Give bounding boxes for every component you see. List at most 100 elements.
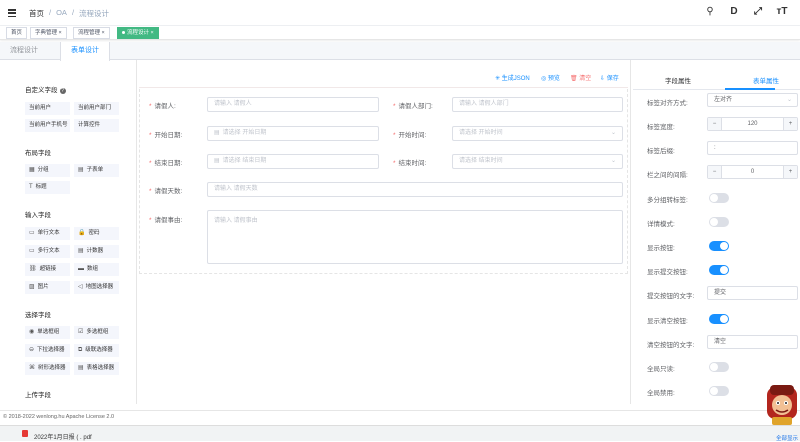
tab-form-props[interactable]: 表单属性	[753, 75, 779, 85]
tab-form-design[interactable]: 表单设计	[60, 42, 110, 61]
palette-select[interactable]: ⊖ 下拉选择器	[25, 344, 70, 357]
show-submit-switch[interactable]	[709, 265, 729, 275]
multi-group-switch[interactable]	[709, 193, 729, 203]
palette-counter[interactable]: ▤ 计数器	[74, 245, 119, 258]
applicant-input[interactable]: 请输入 请假人	[207, 97, 379, 112]
search-icon[interactable]: ⚲	[704, 6, 716, 17]
end-date-label: * 结束日期:	[149, 160, 183, 167]
section-custom-fields: 自定义字段?	[25, 87, 66, 94]
image-icon: ▨	[29, 284, 35, 290]
gutter-label: 栏之间的间隔:	[647, 172, 688, 179]
end-date-picker[interactable]: ▤ 请选择 结束日期	[207, 154, 379, 169]
breadcrumb-oa[interactable]: OA	[56, 8, 67, 19]
reset-text-label: 清空按钮的文字:	[647, 342, 695, 349]
gutter-stepper[interactable]: −0 +	[707, 165, 798, 179]
detail-mode-switch[interactable]	[709, 217, 729, 227]
form-canvas: ✳ 生成JSON ◎ 预览 🗑 清空 ⇩ 保存 * 请假人: 请输入 请假人 * 请…	[139, 66, 628, 404]
tab-field-props[interactable]: 字段属性	[665, 75, 691, 85]
palette-link[interactable]: ⛓ 超链接	[25, 263, 70, 276]
font-size-icon[interactable]: тT	[776, 6, 788, 17]
lock-icon: 🔒	[78, 230, 86, 236]
start-time-select[interactable]: 请选择 开始时间 ⌄	[452, 126, 623, 141]
palette-cascader[interactable]: ⧉ 级联选择器	[74, 344, 119, 357]
end-time-select[interactable]: 请选择 结束时间 ⌄	[452, 154, 623, 169]
label-align-label: 标签对齐方式:	[647, 100, 688, 107]
tag-dictionary[interactable]: 字典管理 ×	[30, 27, 67, 39]
submit-text-label: 提交按钮的文字:	[647, 293, 695, 300]
palette-table-select[interactable]: ▤ 表格选择器	[74, 362, 119, 375]
label-align-select[interactable]: 左对齐 ⌄	[707, 93, 798, 107]
fullscreen-icon[interactable]: ⤢	[752, 6, 764, 17]
reason-textarea[interactable]: 请输入 请假事由	[207, 210, 623, 264]
label-width-stepper[interactable]: −120 +	[707, 117, 798, 131]
palette-single-line[interactable]: ▭ 单行文本	[25, 227, 70, 240]
download-bar: 2022年1月日报 ( . pdf 全部显示	[0, 425, 800, 442]
chevron-down-icon: ⌄	[786, 97, 792, 103]
array-icon: ▬	[78, 266, 84, 272]
minus-button[interactable]: −	[708, 118, 722, 130]
palette-radio-group[interactable]: ◉ 单选框组	[25, 326, 70, 339]
days-input[interactable]: 请输入 请假天数	[207, 182, 623, 197]
breadcrumb-home[interactable]: 首页	[29, 8, 44, 19]
department-input[interactable]: 请输入 请假人部门	[452, 97, 623, 112]
start-time-label: * 开始时间:	[393, 132, 427, 139]
active-tab-indicator	[725, 88, 775, 90]
tag-process-manage[interactable]: 流程管理 ×	[73, 27, 110, 39]
form-area: * 请假人: 请输入 请假人 * 请假人部门: 请输入 请假人部门 * 开始日期: ▤…	[139, 89, 628, 274]
copyright-footer: © 2018-2022 wenlong.hu Apache License 2.…	[0, 410, 800, 424]
palette-array[interactable]: ▬ 数组	[74, 263, 119, 276]
table-icon: ▤	[78, 365, 84, 371]
canvas-toolbar: ✳ 生成JSON ◎ 预览 🗑 清空 ⇩ 保存	[139, 66, 628, 88]
tag-home[interactable]: 首页	[6, 27, 28, 39]
readonly-switch[interactable]	[709, 362, 729, 372]
palette-checkbox-group[interactable]: ☑ 多选框组	[74, 326, 119, 339]
calendar-icon: ▤	[214, 130, 220, 136]
department-label: * 请假人部门:	[393, 103, 433, 110]
show-reset-switch[interactable]	[709, 314, 729, 324]
table-icon: ▤	[78, 167, 84, 173]
palette-map-picker[interactable]: ◁ 地图选择器	[74, 281, 119, 294]
section-input-fields: 输入字段	[25, 212, 51, 219]
section-select-fields: 选择字段	[25, 312, 51, 319]
download-file[interactable]: 2022年1月日报 ( . pdf	[34, 432, 92, 441]
input-icon: ▭	[29, 230, 35, 236]
palette-multi-line[interactable]: ▭ 多行文本	[25, 245, 70, 258]
save-button[interactable]: ⇩ 保存	[600, 73, 619, 82]
submit-text-input[interactable]: 提交	[707, 286, 798, 300]
document-icon[interactable]: D	[728, 6, 740, 17]
calendar-icon: ▤	[214, 158, 220, 164]
plus-button[interactable]: +	[783, 118, 797, 130]
label-suffix-input[interactable]: :	[707, 141, 798, 155]
grid-icon: ▦	[29, 167, 35, 173]
tag-process-design[interactable]: 流程设计 ×	[117, 27, 159, 39]
readonly-label: 全局只读:	[647, 366, 675, 373]
palette-group[interactable]: ▦ 分组	[25, 164, 70, 177]
help-icon[interactable]: ?	[59, 88, 66, 94]
generate-json-button[interactable]: ✳ 生成JSON	[495, 73, 530, 82]
clear-button[interactable]: 🗑 清空	[570, 73, 591, 82]
divider	[630, 60, 631, 404]
palette-current-user-phone[interactable]: 当前用户手机号	[25, 119, 70, 132]
start-date-picker[interactable]: ▤ 请选择 开始日期	[207, 126, 379, 141]
palette-password[interactable]: 🔒 密码	[74, 227, 119, 240]
preview-button[interactable]: ◎ 预览	[541, 73, 560, 82]
palette-title[interactable]: T 标题	[25, 181, 70, 194]
minus-button[interactable]: −	[708, 166, 722, 178]
palette-current-user-dept[interactable]: 当前用户部门	[74, 102, 119, 115]
palette-subform[interactable]: ▤ 子表单	[74, 164, 119, 177]
reset-text-input[interactable]: 清空	[707, 335, 798, 349]
chevron-down-icon: ⌄	[610, 158, 616, 164]
plus-button[interactable]: +	[783, 166, 797, 178]
breadcrumb: 首页 / OA / 流程设计	[29, 8, 109, 19]
palette-current-user[interactable]: 当前用户	[25, 102, 70, 115]
palette-calculation[interactable]: 计算控件	[74, 119, 119, 132]
show-button-switch[interactable]	[709, 241, 729, 251]
radio-icon: ◉	[29, 329, 35, 335]
palette-image[interactable]: ▨ 图片	[25, 281, 70, 294]
hamburger-icon[interactable]	[8, 9, 16, 18]
palette-tree-select[interactable]: ⌘ 树形选择器	[25, 362, 70, 375]
mascot-avatar[interactable]	[764, 383, 800, 425]
disabled-switch[interactable]	[709, 386, 729, 396]
tags-view: 首页 字典管理 × 流程管理 × 流程设计 ×	[0, 26, 800, 40]
tab-process-design[interactable]: 流程设计	[0, 42, 48, 60]
